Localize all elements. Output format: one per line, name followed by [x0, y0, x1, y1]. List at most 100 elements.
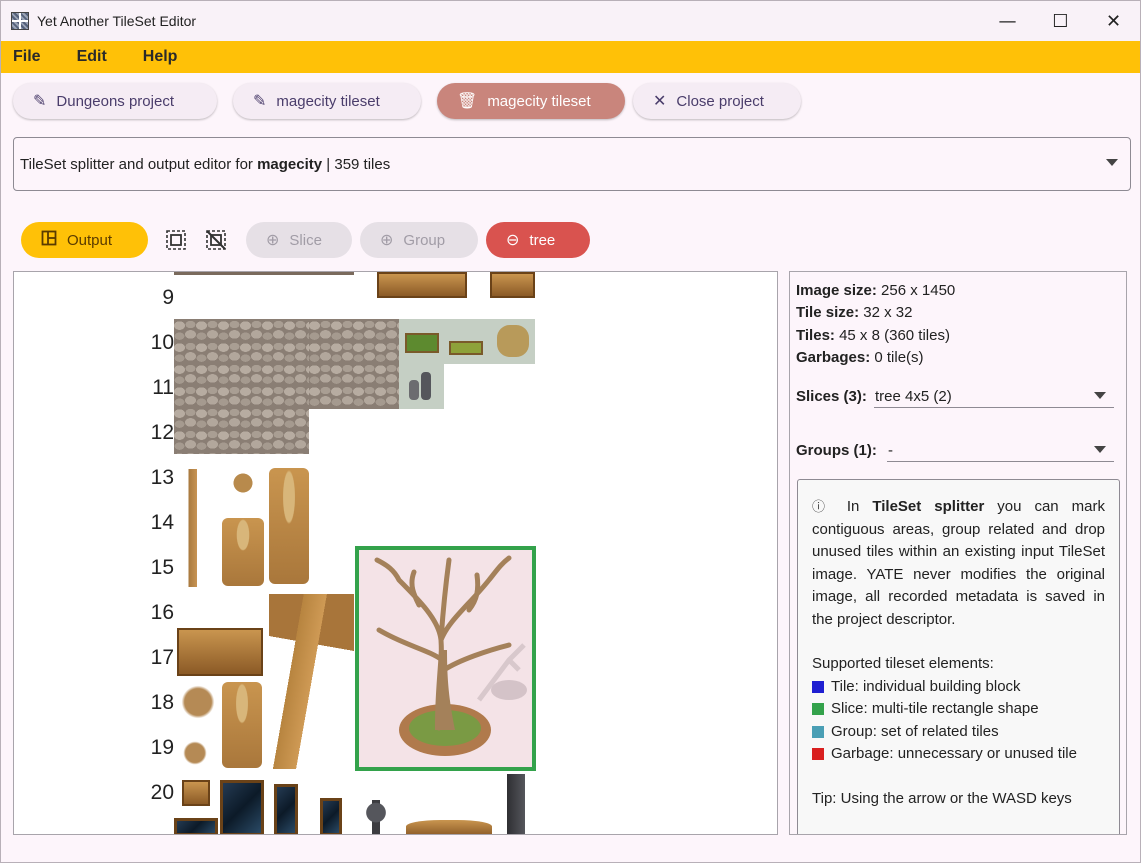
tile-color-swatch [812, 680, 824, 693]
pedestal-statue-tile [222, 682, 262, 768]
row-number: 19 [150, 736, 174, 759]
stone-statue-tile [362, 800, 390, 834]
row-number: 10 [150, 331, 174, 354]
output-label: Output [67, 231, 113, 249]
garbages-value: 0 tile(s) [870, 349, 924, 366]
tab-dungeons-project[interactable]: ✎ Dungeons project [13, 83, 217, 119]
help-tip: Tip: Using the arrow or the WASD keys [812, 789, 1072, 807]
groups-dropdown[interactable]: - [887, 434, 1114, 462]
row-number: 17 [150, 646, 174, 669]
tiles-label: Tiles: [796, 327, 835, 344]
window-tile [174, 818, 218, 834]
close-icon: ✕ [653, 93, 667, 110]
garbages-label: Garbages: [796, 349, 871, 366]
slices-dropdown[interactable]: tree 4x5 (2) [874, 380, 1114, 408]
tab-label: Dungeons project [56, 92, 174, 110]
selected-slice-tree[interactable] [355, 546, 536, 771]
layout-icon [41, 230, 57, 251]
slice-color-swatch [812, 703, 824, 716]
row-number: 13 [150, 466, 174, 489]
select-all-icon[interactable] [156, 222, 196, 258]
group-button[interactable]: ⊕ Group [360, 222, 478, 258]
window-tile [220, 780, 264, 834]
chevron-down-icon [1094, 392, 1106, 399]
app-logo-icon [11, 12, 29, 30]
minimize-button[interactable]: — [981, 1, 1034, 41]
window-controls: — ☐ ✕ [981, 1, 1140, 41]
image-size-label: Image size: [796, 282, 877, 299]
help-intro: ⓘ In TileSet splitter you can mark conti… [812, 498, 1110, 628]
row-number: 9 [162, 286, 174, 309]
menu-file[interactable]: File [13, 48, 41, 66]
menu-help[interactable]: Help [143, 48, 178, 66]
project-selector-suffix: | 359 tiles [322, 155, 391, 173]
statue-tile [269, 468, 309, 584]
remove-tree-button[interactable]: ⊖ tree [486, 222, 590, 258]
slice-button[interactable]: ⊕ Slice [246, 222, 352, 258]
close-window-button[interactable]: ✕ [1087, 1, 1140, 41]
project-tabs: ✎ Dungeons project ✎ magecity tileset 🗑 … [1, 73, 1140, 129]
fountain-statue-tile [222, 518, 264, 586]
tile-fragment [174, 272, 354, 275]
add-circle-icon: ⊕ [266, 232, 280, 249]
tiles-info: Tiles: 45 x 8 (360 tiles) [796, 327, 950, 344]
bust-tile [232, 468, 254, 498]
garbages-info: Garbages: 0 tile(s) [796, 349, 924, 366]
window-title: Yet Another TileSet Editor [37, 13, 197, 29]
stone-post-tile [399, 364, 444, 409]
tab-magecity-tileset-edit[interactable]: ✎ magecity tileset [233, 83, 421, 119]
slices-selected: tree 4x5 (2) [875, 388, 952, 405]
dark-statue-tile [498, 774, 534, 834]
image-size-value: 256 x 1450 [876, 282, 956, 299]
output-button[interactable]: Output [21, 222, 148, 258]
group-label: Group [403, 231, 446, 249]
tab-magecity-tileset-active[interactable]: 🗑 magecity tileset [437, 83, 625, 119]
bust-tile [180, 738, 210, 768]
tab-label: magecity tileset [487, 92, 591, 110]
group-color-swatch [812, 725, 824, 738]
menu-edit[interactable]: Edit [77, 48, 107, 66]
slices-label: Slices (3): [796, 388, 867, 405]
tab-close-project[interactable]: ✕ Close project [633, 83, 801, 119]
app-window: Yet Another TileSet Editor — ☐ ✕ File Ed… [0, 0, 1141, 863]
legend-slice: Slice: multi-tile rectangle shape [812, 698, 1105, 721]
legend-group: Group: set of related tiles [812, 721, 1105, 744]
project-selector-name: magecity [257, 155, 323, 173]
row-number: 16 [150, 601, 174, 624]
add-circle-icon: ⊕ [380, 232, 394, 249]
legend-tile: Tile: individual building block [812, 676, 1105, 699]
title-bar: Yet Another TileSet Editor — ☐ ✕ [1, 1, 1140, 41]
trash-icon: 🗑 [457, 93, 478, 110]
maximize-button[interactable]: ☐ [1034, 1, 1087, 41]
tab-label: Close project [676, 92, 764, 110]
row-number: 18 [150, 691, 174, 714]
editor-toolbar: Output ⊕ Slice ⊕ Group ⊖ tree [21, 222, 598, 258]
row-number: 11 [152, 376, 174, 399]
tiles-value: 45 x 8 (360 tiles) [834, 327, 950, 344]
tree-label: tree [529, 231, 556, 249]
plant-tiles [399, 319, 535, 364]
window-tile [274, 784, 298, 834]
row-number: 15 [150, 556, 174, 579]
legend-garbage: Garbage: unnecessary or unused tile [812, 743, 1105, 766]
slice-label: Slice [289, 231, 322, 249]
row-number: 20 [150, 781, 174, 804]
tile-size-info: Tile size: 32 x 32 [796, 304, 912, 321]
tab-label: magecity tileset [276, 92, 380, 110]
groups-selected: - [888, 442, 893, 459]
twisted-root-tile [269, 594, 354, 769]
deselect-icon[interactable] [196, 222, 236, 258]
tileset-canvas[interactable]: 9 10 11 12 13 14 15 16 17 18 19 20 [13, 271, 778, 835]
stone-floor-tiles [309, 319, 399, 409]
groups-label: Groups (1): [796, 442, 877, 459]
tree-sprite [374, 555, 527, 756]
tile-size-value: 32 x 32 [859, 304, 913, 321]
pencil-icon: ✎ [253, 93, 267, 110]
supported-elements-heading: Supported tileset elements: [812, 655, 994, 672]
arch-tile [406, 820, 492, 834]
tile-size-label: Tile size: [796, 304, 860, 321]
project-selector[interactable]: TileSet splitter and output editor for m… [13, 137, 1131, 191]
chevron-down-icon [1106, 159, 1118, 166]
pencil-icon: ✎ [33, 93, 47, 110]
garbage-color-swatch [812, 748, 824, 761]
